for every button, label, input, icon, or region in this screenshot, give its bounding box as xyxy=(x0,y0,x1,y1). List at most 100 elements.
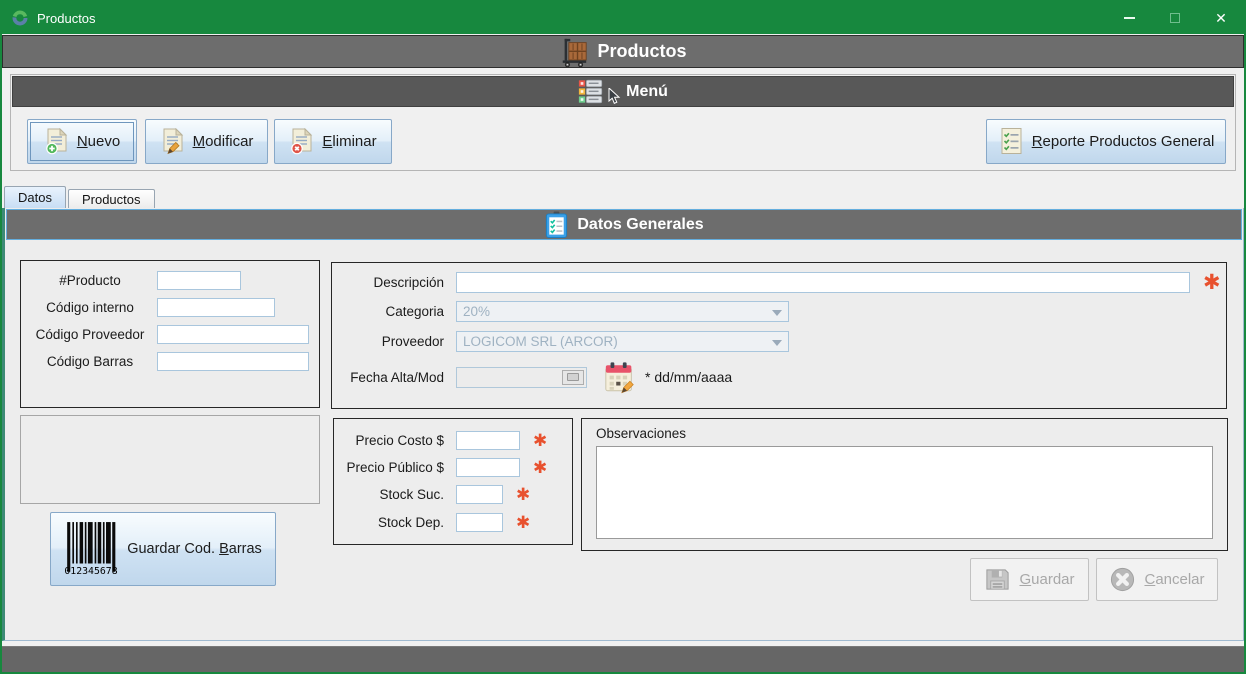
mouse-cursor-icon xyxy=(608,88,621,105)
required-asterisk-icon: ✱ xyxy=(516,486,530,503)
form-row: Descripción ✱ xyxy=(334,272,1221,293)
required-asterisk-icon: ✱ xyxy=(533,432,547,449)
form-row: Proveedor LOGICOM SRL (ARCOR) xyxy=(334,331,789,352)
stock-branch-label: Stock Suc. xyxy=(336,487,444,502)
supplier-value: LOGICOM SRL (ARCOR) xyxy=(463,334,618,349)
observations-panel: Observaciones xyxy=(581,418,1228,551)
required-asterisk-icon: ✱ xyxy=(516,514,530,531)
form-row: Precio Público $ ✱ xyxy=(336,458,547,477)
close-icon: ✕ xyxy=(1215,11,1227,25)
report-button[interactable]: Reporte Productos General xyxy=(986,119,1226,164)
price-stock-panel: Precio Costo $ ✱ Precio Público $ ✱ Stoc… xyxy=(333,418,573,545)
form-row: #Producto xyxy=(23,271,241,290)
form-row: Categoria 20% xyxy=(334,301,789,322)
delete-button[interactable]: Eliminar xyxy=(274,119,392,164)
save-button[interactable]: Guardar xyxy=(970,558,1089,601)
barcode-code-input[interactable] xyxy=(157,352,309,371)
new-button-label: Nuevo xyxy=(77,133,120,150)
cost-price-input[interactable] xyxy=(456,431,520,450)
public-price-input[interactable] xyxy=(456,458,520,477)
date-label: Fecha Alta/Mod xyxy=(334,370,444,385)
supplier-label: Proveedor xyxy=(334,334,444,349)
observations-label: Observaciones xyxy=(596,426,686,441)
app-window: Productos ✕ xyxy=(0,0,1246,674)
image-placeholder-panel xyxy=(20,415,320,504)
category-label: Categoria xyxy=(334,304,444,319)
stock-warehouse-label: Stock Dep. xyxy=(336,515,444,530)
menu-title: Menú xyxy=(626,83,668,101)
tab-strip: Datos Productos xyxy=(4,186,157,208)
section-title: Datos Generales xyxy=(577,216,703,234)
new-document-icon xyxy=(44,128,70,155)
barcode-code-label: Código Barras xyxy=(23,354,157,369)
supplier-code-label: Código Proveedor xyxy=(23,327,157,342)
date-input[interactable] xyxy=(456,367,587,388)
tab-productos[interactable]: Productos xyxy=(68,189,155,208)
internal-code-input[interactable] xyxy=(157,298,275,317)
cancel-circle-icon xyxy=(1109,566,1136,593)
close-button[interactable]: ✕ xyxy=(1198,2,1244,34)
menu-header: Menú xyxy=(12,76,1234,107)
section-header: Datos Generales xyxy=(6,209,1242,240)
floppy-disk-icon xyxy=(984,566,1011,593)
report-checklist-icon xyxy=(998,127,1025,156)
delete-button-label: Eliminar xyxy=(322,133,376,150)
modify-button[interactable]: Modificar xyxy=(145,119,268,164)
page-header: Productos xyxy=(2,35,1244,68)
form-row: Stock Suc. ✱ xyxy=(336,485,530,504)
barcode-icon: 012345678 xyxy=(64,520,118,578)
chevron-down-icon xyxy=(772,340,782,346)
form-row: Código interno xyxy=(23,298,275,317)
form-row: Stock Dep. ✱ xyxy=(336,513,530,532)
form-row: Código Barras xyxy=(23,352,309,371)
description-label: Descripción xyxy=(334,275,444,290)
edit-document-icon xyxy=(160,128,186,155)
category-value: 20% xyxy=(463,304,490,319)
page-title: Productos xyxy=(597,41,686,62)
stock-branch-input[interactable] xyxy=(456,485,503,504)
app-logo-icon xyxy=(11,9,29,27)
form-row: Precio Costo $ ✱ xyxy=(336,431,547,450)
window-controls: ✕ xyxy=(1106,2,1244,34)
stock-warehouse-input[interactable] xyxy=(456,513,503,532)
cancel-button-label: Cancelar xyxy=(1144,571,1204,588)
observations-textarea[interactable] xyxy=(596,446,1213,539)
cancel-button[interactable]: Cancelar xyxy=(1096,558,1218,601)
maximize-button[interactable] xyxy=(1152,2,1198,34)
tab-page-datos: Datos Generales #Producto Código interno… xyxy=(2,208,1244,641)
save-barcode-button[interactable]: 012345678 Guardar Cod. Barras xyxy=(50,512,276,586)
category-combobox[interactable]: 20% xyxy=(456,301,789,322)
delete-document-icon xyxy=(289,128,315,155)
cart-icon xyxy=(559,37,589,67)
internal-code-label: Código interno xyxy=(23,300,157,315)
barcode-digits: 012345678 xyxy=(65,566,118,577)
description-input[interactable] xyxy=(456,272,1190,293)
new-button[interactable]: Nuevo xyxy=(27,119,137,164)
menu-group: Menú Nuevo xyxy=(10,74,1236,171)
maximize-icon xyxy=(1170,13,1180,23)
form-row: Fecha Alta/Mod xyxy=(334,358,732,396)
chevron-down-icon xyxy=(772,310,782,316)
title-bar: Productos ✕ xyxy=(2,2,1244,34)
supplier-code-input[interactable] xyxy=(157,325,309,344)
supplier-combobox[interactable]: LOGICOM SRL (ARCOR) xyxy=(456,331,789,352)
form-row: Código Proveedor xyxy=(23,325,309,344)
minimize-button[interactable] xyxy=(1106,2,1152,34)
date-format-hint: * dd/mm/aaaa xyxy=(645,369,732,385)
modify-button-label: Modificar xyxy=(193,133,254,150)
general-data-panel: Descripción ✱ Categoria 20% Proveedor LO… xyxy=(331,262,1227,409)
picture-icon xyxy=(567,373,579,381)
required-asterisk-icon: ✱ xyxy=(1203,272,1221,293)
required-asterisk-icon: ✱ xyxy=(533,459,547,476)
tab-datos[interactable]: Datos xyxy=(4,186,66,208)
menu-list-icon xyxy=(578,79,603,104)
public-price-label: Precio Público $ xyxy=(336,460,444,475)
calendar-icon[interactable] xyxy=(603,360,637,395)
save-button-label: Guardar xyxy=(1019,571,1074,588)
product-number-label: #Producto xyxy=(23,273,157,288)
report-button-label: Reporte Productos General xyxy=(1032,133,1215,150)
save-barcode-label: Guardar Cod. Barras xyxy=(127,541,262,557)
cost-price-label: Precio Costo $ xyxy=(336,433,444,448)
product-number-input[interactable] xyxy=(157,271,241,290)
date-picker-button[interactable] xyxy=(562,370,584,385)
